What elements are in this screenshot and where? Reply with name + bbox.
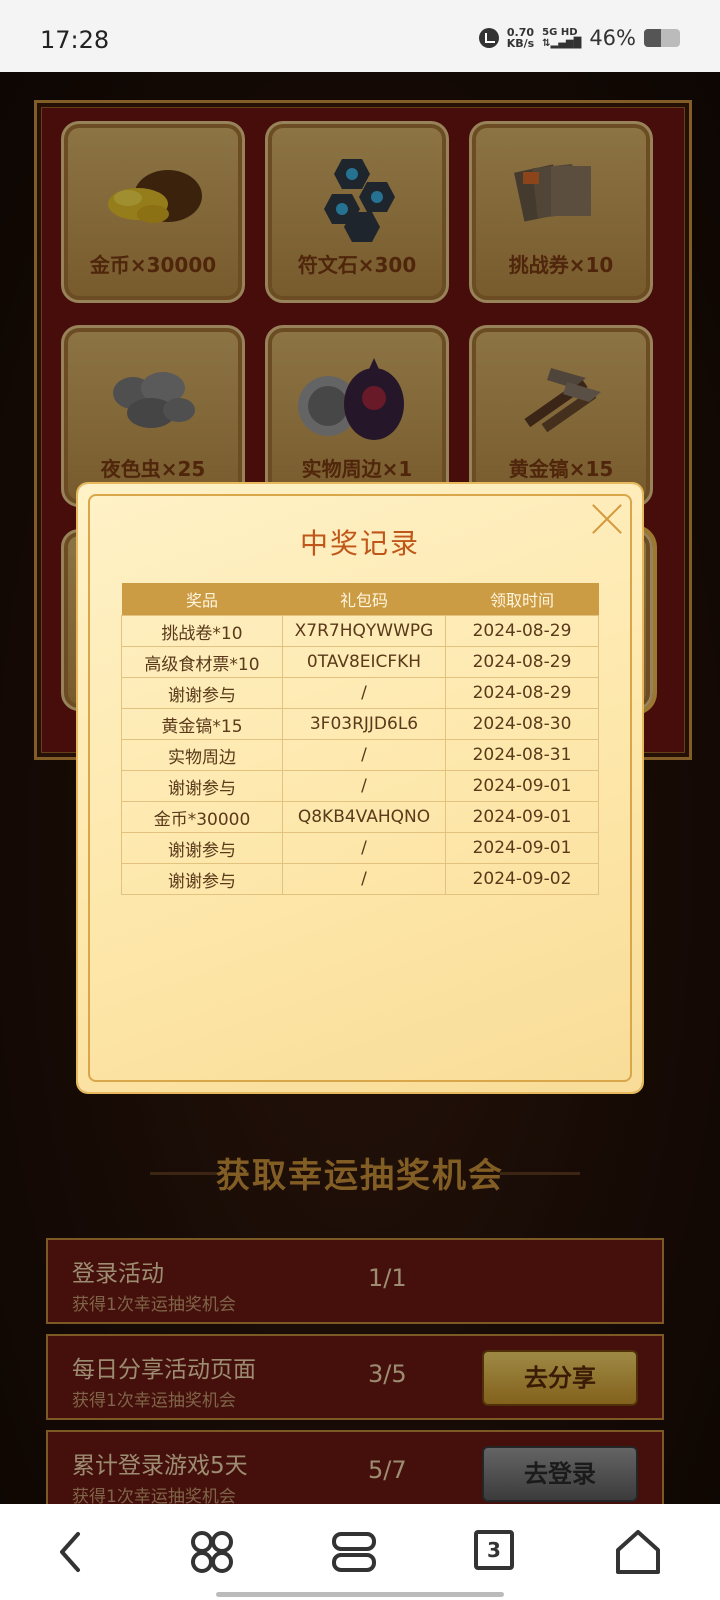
signal-icon: 5G HD ⇅▂▄▆█	[542, 27, 582, 49]
prize-cell: 挑战卷*10	[121, 615, 283, 647]
tabs-menu-icon[interactable]	[328, 1526, 380, 1578]
table-row: 谢谢参与/2024-09-01	[121, 770, 599, 802]
date-cell: 2024-09-01	[445, 770, 599, 802]
date-cell: 2024-09-01	[445, 801, 599, 833]
date-cell: 2024-08-31	[445, 739, 599, 771]
network-speed: 0.70 KB/s	[506, 26, 535, 50]
date-cell: 2024-09-01	[445, 832, 599, 864]
table-header-row: 奖品 礼包码 领取时间	[121, 583, 599, 616]
date-cell: 2024-08-29	[445, 646, 599, 678]
code-cell: /	[282, 863, 446, 895]
code-cell[interactable]: Q8KB4VAHQNO	[282, 801, 446, 833]
modal-title: 中奖记录	[299, 527, 420, 560]
table-row: 黄金镐*15 3F03RJJD6L6 2024-08-30	[121, 708, 599, 740]
code-cell[interactable]: 0TAV8EICFKH	[282, 646, 446, 678]
code-cell: /	[282, 739, 446, 771]
table-row: 谢谢参与/2024-09-01	[121, 832, 599, 864]
table-row: 实物周边/2024-08-31	[121, 739, 599, 771]
code-cell[interactable]: X7R7HQYWWPG	[282, 615, 446, 647]
battery-icon	[644, 29, 680, 47]
prize-cell: 实物周边	[121, 739, 283, 771]
status-icons: 0.70 KB/s 5G HD ⇅▂▄▆█ 46%	[478, 26, 680, 50]
date-cell: 2024-09-02	[445, 863, 599, 895]
prize-cell: 黄金镐*15	[121, 708, 283, 740]
prize-cell: 金币*30000	[121, 801, 283, 833]
home-icon[interactable]	[612, 1526, 664, 1578]
status-bar: 17:28 0.70 KB/s 5G HD ⇅▂▄▆█ 46%	[0, 0, 720, 72]
prize-cell: 谢谢参与	[121, 832, 283, 864]
prize-cell: 高级食材票*10	[121, 646, 283, 678]
apps-icon[interactable]	[186, 1526, 238, 1578]
prize-cell: 谢谢参与	[121, 863, 283, 895]
table-row: 金币*30000 Q8KB4VAHQNO 2024-09-01	[121, 801, 599, 833]
table-row: 挑战卷*10 X7R7HQYWWPG 2024-08-29	[121, 615, 599, 647]
code-cell: /	[282, 770, 446, 802]
winning-records-modal: 中奖记录 奖品 礼包码 领取时间 挑战卷*10 X7R7HQYWWPG 2024-0…	[78, 484, 642, 1092]
table-row: 谢谢参与/2024-08-29	[121, 677, 599, 709]
table-row: 高级食材票*10 0TAV8EICFKH 2024-08-29	[121, 646, 599, 678]
navigation-bar: 3	[0, 1504, 720, 1600]
home-indicator[interactable]	[216, 1592, 504, 1597]
column-header: 礼包码	[282, 583, 446, 616]
code-cell: /	[282, 677, 446, 709]
back-icon[interactable]	[46, 1526, 98, 1578]
status-time: 17:28	[40, 26, 110, 54]
battery-percent: 46%	[589, 26, 636, 50]
date-cell: 2024-08-30	[445, 708, 599, 740]
date-cell: 2024-08-29	[445, 615, 599, 647]
code-cell[interactable]: 3F03RJJD6L6	[282, 708, 446, 740]
records-table: 奖品 礼包码 领取时间 挑战卷*10 X7R7HQYWWPG 2024-08-29 …	[121, 583, 599, 895]
code-cell: /	[282, 832, 446, 864]
alarm-icon	[478, 28, 499, 48]
table-row: 谢谢参与/2024-09-02	[121, 863, 599, 895]
column-header: 领取时间	[445, 583, 599, 616]
date-cell: 2024-08-29	[445, 677, 599, 709]
prize-cell: 谢谢参与	[121, 677, 283, 709]
prize-cell: 谢谢参与	[121, 770, 283, 802]
close-icon[interactable]	[590, 502, 624, 536]
tab-count-icon[interactable]: 3	[474, 1530, 514, 1570]
column-header: 奖品	[121, 583, 283, 616]
